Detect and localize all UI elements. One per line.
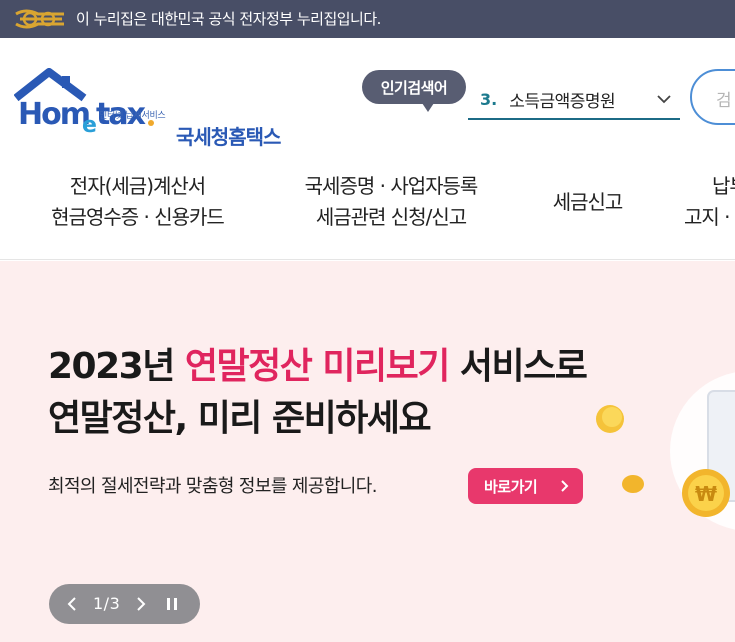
chevron-left-icon[interactable] xyxy=(67,597,77,611)
hero-title: 2023년 연말정산 미리보기 서비스로 연말정산, 미리 준비하세요 xyxy=(48,341,588,445)
go-button-label: 바로가기 xyxy=(484,477,538,496)
nav-item-label: 세금신고 xyxy=(552,190,624,214)
nav-item-label: 전자(세금)계산서 xyxy=(69,174,206,198)
hometax-logo[interactable]: Hom e tax 인터넷 납세서비스 국세청홈택스 xyxy=(13,68,284,149)
chevron-right-icon xyxy=(561,480,569,492)
nav-item-label: 납부 xyxy=(712,174,735,198)
logo-korean-name: 국세청홈택스 xyxy=(176,125,281,149)
hero-subtitle: 최적의 절세전략과 맞춤형 정보를 제공합니다. xyxy=(48,476,377,497)
site-header: Hom e tax 인터넷 납세서비스 국세청홈택스 인기검색어 3. 소득금액… xyxy=(0,38,735,260)
popular-search-rank: 3. xyxy=(480,89,498,109)
nav-item-e-invoice[interactable]: 전자(세금)계산서 현금영수증 · 신용카드 xyxy=(30,171,245,233)
hero-title-line2: 연말정산, 미리 준비하세요 xyxy=(48,398,432,439)
coin-icon xyxy=(622,475,644,493)
logo-tagline: 인터넷 납세서비스 xyxy=(99,111,166,121)
search-input[interactable]: 검 xyxy=(690,69,735,125)
search-placeholder: 검 xyxy=(716,91,732,111)
coin-icon xyxy=(596,405,624,433)
hero-title-rest: 서비스로 xyxy=(448,346,588,387)
chevron-down-icon[interactable] xyxy=(656,92,672,106)
nav-item-tax-filing[interactable]: 세금신고 xyxy=(530,187,645,218)
carousel-counter: 1/3 xyxy=(93,594,121,613)
gov-banner: 이 누리집은 대한민국 공식 전자정부 누리집입니다. xyxy=(0,0,735,38)
gov-banner-text: 이 누리집은 대한민국 공식 전자정부 누리집입니다. xyxy=(76,10,381,28)
svg-text:₩: ₩ xyxy=(695,482,717,506)
popular-search-dropdown[interactable]: 3. 소득금액증명원 xyxy=(468,80,680,120)
nav-item-label: 세금관련 신청/신고 xyxy=(315,205,467,229)
pause-icon[interactable] xyxy=(166,597,178,611)
hero-banner: 2023년 연말정산 미리보기 서비스로 연말정산, 미리 준비하세요 최적의 … xyxy=(0,261,735,642)
go-button[interactable]: 바로가기 xyxy=(468,468,583,504)
nav-item-label: 현금영수증 · 신용카드 xyxy=(51,205,225,229)
nav-item-certificates[interactable]: 국세증명 · 사업자등록 세금관련 신청/신고 xyxy=(282,171,500,233)
carousel-pager: 1/3 xyxy=(49,584,200,624)
egov-logo-icon xyxy=(15,9,64,29)
popular-search-term[interactable]: 소득금액증명원 xyxy=(509,87,615,112)
svg-text:Hom: Hom xyxy=(18,97,89,132)
nav-item-label: 고지 · xyxy=(684,205,731,229)
won-coin-icon: ₩ xyxy=(682,469,730,517)
hero-title-accent: 연말정산 미리보기 xyxy=(184,346,451,387)
house-logo-icon: Hom e tax xyxy=(13,68,154,138)
nav-item-payment[interactable]: 납부 고지 · xyxy=(676,171,735,233)
svg-text:e: e xyxy=(82,113,97,138)
nav-item-label: 국세증명 · 사업자등록 xyxy=(304,174,479,198)
chevron-right-icon[interactable] xyxy=(136,597,146,611)
popular-search-label: 인기검색어 xyxy=(362,70,466,112)
hero-illustration: ₩ xyxy=(596,372,735,530)
hero-title-year: 2023년 xyxy=(48,346,185,387)
